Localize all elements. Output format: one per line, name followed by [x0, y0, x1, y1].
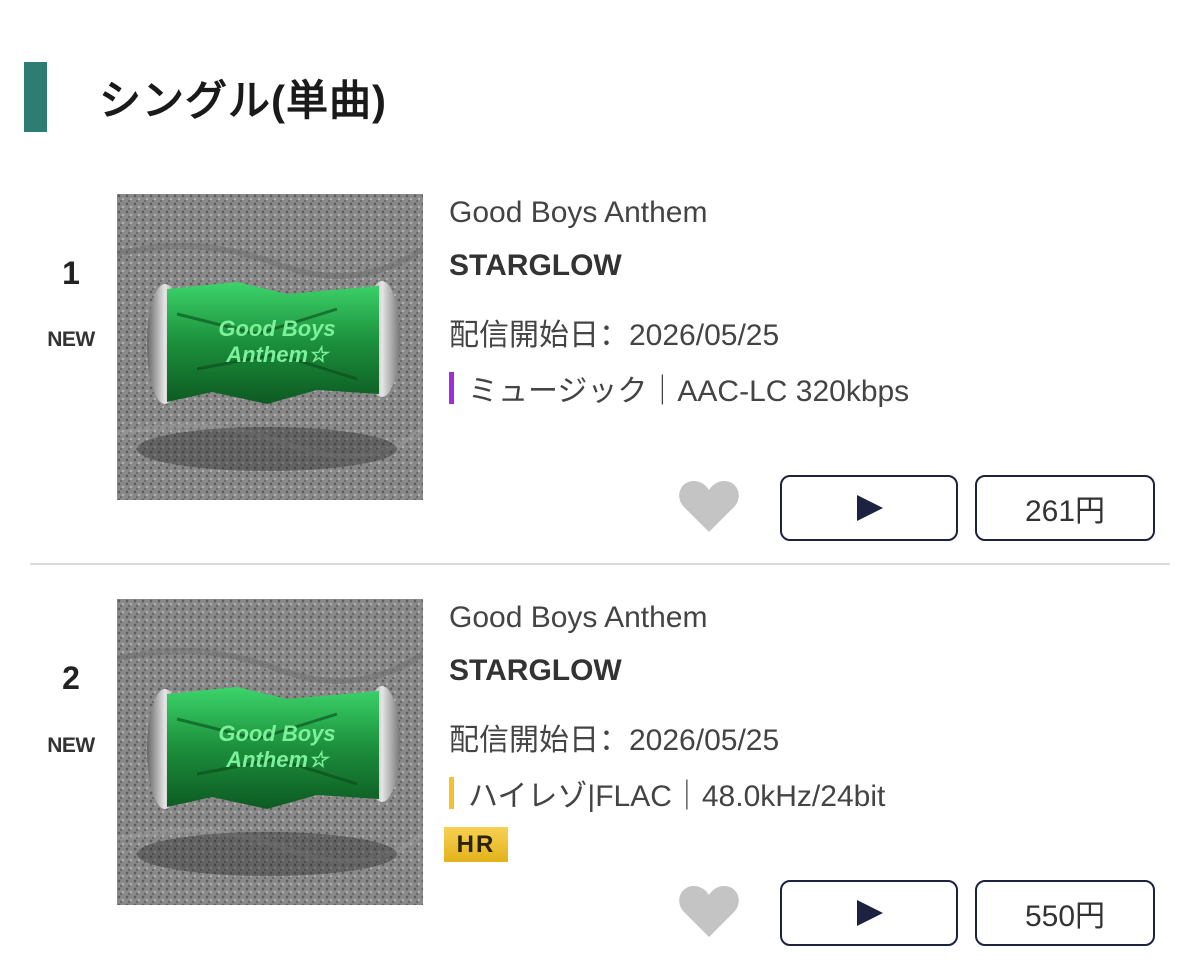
play-button[interactable] [780, 475, 958, 541]
play-icon [857, 495, 883, 521]
release-date-label: 配信開始日： [449, 724, 629, 757]
format-text: ハイレゾ|FLAC｜48.0kHz/24bit [468, 780, 886, 813]
track-artist[interactable]: STARGLOW [449, 654, 622, 688]
row-divider [30, 563, 1170, 565]
play-button[interactable] [780, 880, 958, 946]
format-color-bar [449, 777, 454, 809]
heart-icon[interactable] [678, 478, 740, 534]
album-cover[interactable]: Good Boys Anthem☆ [117, 599, 423, 905]
cover-text-line2: Anthem☆ [225, 747, 331, 772]
release-date-value: 2026/05/25 [629, 724, 780, 757]
price-button[interactable]: 261円 [975, 475, 1155, 541]
hires-badge: HR [444, 827, 508, 862]
price-button[interactable]: 550円 [975, 880, 1155, 946]
track-title[interactable]: Good Boys Anthem [449, 601, 708, 635]
cover-text-line1: Good Boys [218, 721, 335, 746]
format-info: ハイレゾ|FLAC｜48.0kHz/24bit [449, 771, 885, 815]
heart-icon[interactable] [678, 883, 740, 939]
track-rank: 2 [62, 660, 80, 696]
play-icon [857, 900, 883, 926]
new-badge: NEW [47, 734, 95, 757]
release-date: 配信開始日：2026/05/25 [449, 715, 779, 759]
track-row: 2 NEW Good Boys Anthem☆ Good Boys Anthem… [0, 0, 1200, 946]
